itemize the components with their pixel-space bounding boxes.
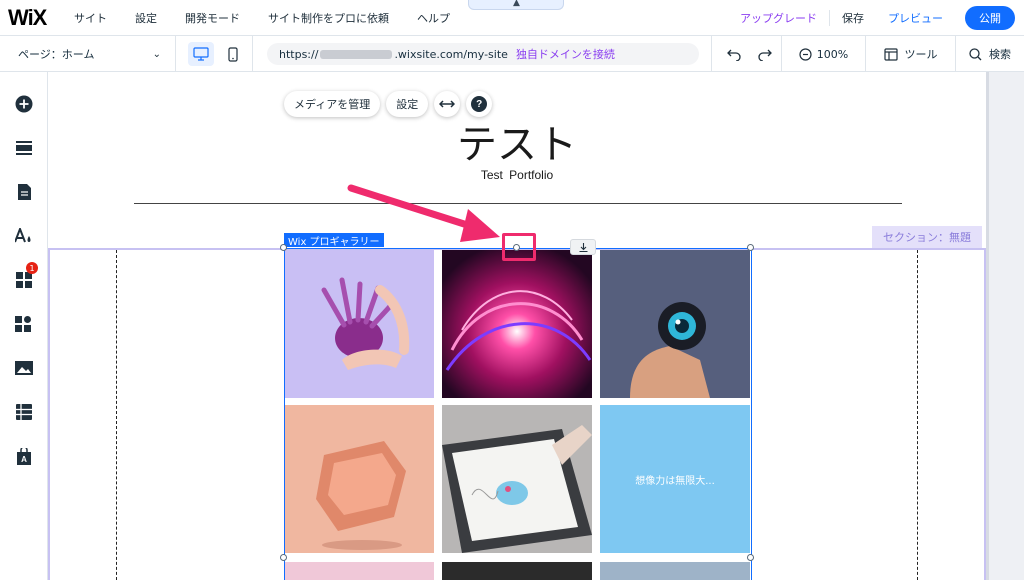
menu-help[interactable]: ヘルプ — [403, 10, 464, 26]
zoom-out-icon — [799, 47, 812, 61]
mobile-icon — [228, 46, 238, 62]
right-canvas-gutter — [986, 72, 1024, 580]
apps-badge: 1 — [26, 262, 38, 274]
site-title[interactable]: テスト — [48, 112, 986, 170]
preview-button[interactable]: プレビュー — [876, 10, 955, 26]
resize-handle-top-left[interactable] — [280, 244, 287, 251]
resize-handle-bottom-right[interactable] — [747, 554, 754, 561]
sections-button[interactable] — [12, 136, 36, 160]
stretch-button[interactable] — [434, 91, 461, 117]
undo-redo-group — [718, 36, 782, 72]
tools-icon — [883, 47, 898, 61]
left-gridline — [116, 250, 117, 580]
page-selector-label: ページ：ホーム — [18, 48, 95, 61]
right-gridline — [917, 250, 918, 580]
gallery-settings-button[interactable]: 設定 — [386, 91, 429, 117]
add-elements-button[interactable] — [12, 92, 36, 116]
upgrade-link[interactable]: アップグレード — [728, 10, 830, 26]
section-left-border — [48, 248, 50, 580]
chevron-up-icon: ▲ — [513, 0, 520, 8]
media-button[interactable] — [12, 356, 36, 380]
media-icon — [15, 361, 33, 375]
apps-icon — [16, 272, 32, 288]
menu-site[interactable]: サイト — [60, 10, 121, 26]
help-icon: ? — [471, 96, 488, 112]
add-icon — [15, 95, 33, 113]
gallery-floating-toolbar: メディアを管理 設定 ? — [284, 91, 493, 117]
business-button[interactable] — [12, 312, 36, 336]
app-market-button[interactable]: A — [12, 444, 36, 468]
search-button[interactable]: 検索 — [956, 36, 1024, 72]
design-icon — [15, 228, 31, 243]
stretch-arrows-icon — [439, 100, 456, 108]
save-button[interactable]: 保存 — [830, 10, 876, 26]
svg-text:A: A — [21, 455, 27, 464]
annotation-highlight-box — [502, 233, 536, 261]
page-selector[interactable]: ページ：ホーム ⌄ — [0, 36, 176, 72]
app-market-icon: A — [17, 447, 31, 465]
url-suffix: .wixsite.com/my-site — [394, 47, 508, 61]
section-label[interactable]: セクション：無題 — [872, 226, 982, 248]
chevron-down-icon: ⌄ — [152, 48, 161, 60]
manage-media-button[interactable]: メディアを管理 — [284, 91, 381, 117]
sections-icon — [16, 141, 32, 155]
cms-button[interactable] — [12, 400, 36, 424]
connect-domain-link[interactable]: 独自ドメインを接続 — [516, 46, 615, 62]
publish-button[interactable]: 公開 — [965, 6, 1015, 30]
collapse-toolbar-tab[interactable]: ▲ — [468, 0, 564, 10]
site-subtitle[interactable]: Test Portfolio — [48, 168, 986, 182]
mobile-view-button[interactable] — [220, 42, 246, 66]
zoom-level: 100% — [816, 47, 849, 61]
url-prefix: https:// — [279, 47, 319, 61]
editor-toolbar: ページ：ホーム ⌄ https:// .wixsite.com/my-site … — [0, 36, 1024, 72]
divider-line[interactable] — [134, 203, 902, 204]
top-menu: サイト 設定 開発モード サイト制作をプロに依頼 ヘルプ — [60, 0, 464, 36]
design-button[interactable] — [12, 224, 36, 248]
undo-icon[interactable] — [726, 47, 742, 61]
wix-logo[interactable]: WiX — [8, 5, 47, 31]
top-right-actions: アップグレード 保存 プレビュー 公開 — [728, 0, 1024, 36]
zoom-control[interactable]: 100% — [782, 36, 866, 72]
search-label: 検索 — [989, 48, 1011, 61]
tools-button[interactable]: ツール — [866, 36, 956, 72]
editor-canvas[interactable]: テスト Test Portfolio メディアを管理 設定 ? セクション：無題 — [48, 72, 986, 580]
blurred-username — [320, 49, 393, 59]
gallery-component-label[interactable]: Wix プロギャラリー — [284, 233, 384, 248]
pro-gallery-frame[interactable] — [284, 248, 752, 580]
apps-button[interactable]: 1 — [12, 262, 38, 292]
desktop-icon — [193, 47, 209, 61]
download-icon — [579, 242, 587, 252]
pages-button[interactable] — [12, 180, 36, 204]
search-icon — [969, 47, 982, 60]
redo-icon[interactable] — [757, 47, 773, 61]
business-icon — [15, 316, 31, 332]
site-url-bar[interactable]: https:// .wixsite.com/my-site 独自ドメインを接続 — [267, 43, 699, 65]
menu-dev-mode[interactable]: 開発モード — [171, 10, 254, 26]
resize-handle-top-right[interactable] — [747, 244, 754, 251]
desktop-view-button[interactable] — [188, 42, 214, 66]
menu-hire-pro[interactable]: サイト制作をプロに依頼 — [254, 10, 403, 26]
download-button[interactable] — [570, 239, 596, 255]
left-toolbar: 1 A — [0, 72, 48, 580]
url-area: https:// .wixsite.com/my-site 独自ドメインを接続 — [252, 36, 712, 72]
tools-label: ツール — [904, 48, 938, 61]
cms-icon — [16, 404, 32, 420]
help-button[interactable]: ? — [466, 91, 493, 117]
top-bar: WiX サイト 設定 開発モード サイト制作をプロに依頼 ヘルプ ▲ アップグレ… — [0, 0, 1024, 36]
menu-settings[interactable]: 設定 — [121, 10, 171, 26]
resize-handle-bottom-left[interactable] — [280, 554, 287, 561]
pages-icon — [17, 184, 31, 200]
